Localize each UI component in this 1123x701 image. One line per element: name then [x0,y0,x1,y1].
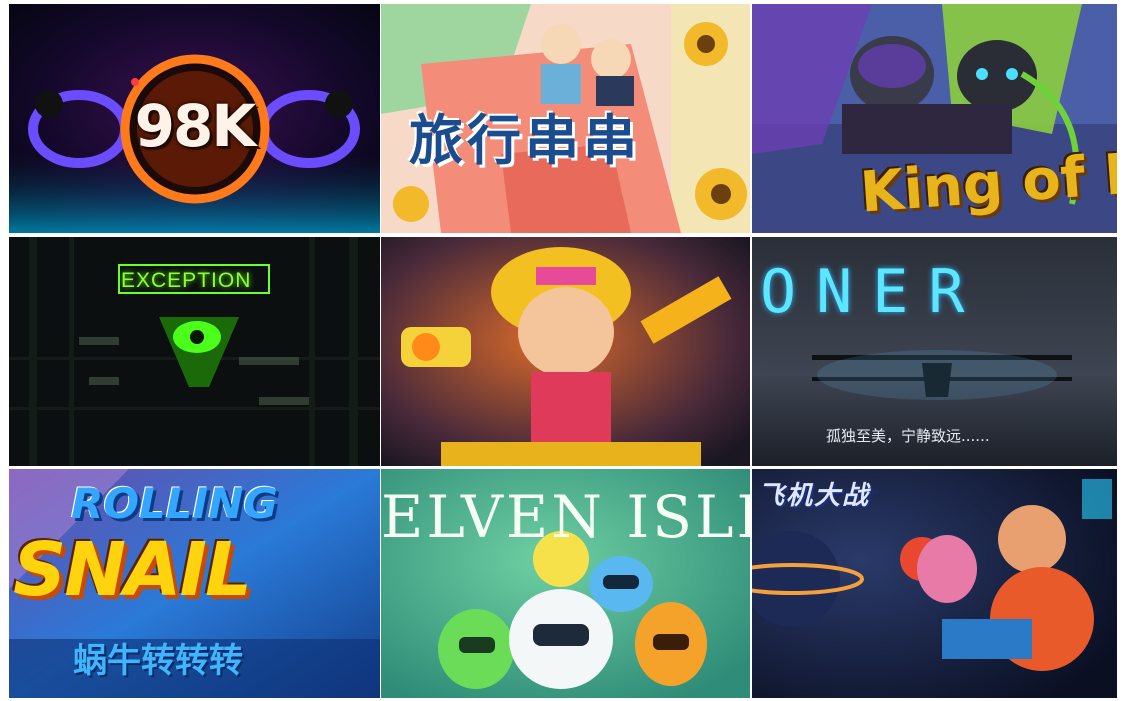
tile-oner[interactable]: ONER 孤独至美，宁静致远...... [752,237,1117,466]
tile-snail-subtitle: 蜗牛转转转 [73,641,243,681]
tile-rolling-snail[interactable]: ROLLING SNAIL 蜗牛转转转 [9,469,380,698]
tile-oner-title: ONER [760,257,985,327]
game-grid: 98K 旅行串串 King of Kings EXCEPTION ONER 孤独… [6,4,1118,698]
tile-oner-subtitle: 孤独至美，宁静致远...... [826,427,990,445]
tile-rolling-title: ROLLING [71,479,278,528]
tile-snail-title: SNAIL [13,527,252,613]
tile-space-fighters-title: 飞机大战 [758,481,871,511]
tile-exception[interactable]: EXCEPTION [9,237,380,466]
tile-elven-isle-title: ELVEN ISLE [381,483,750,551]
tile-lvxing-chuanchuan[interactable]: 旅行串串 [381,4,750,233]
tile-space-fighters[interactable]: 飞机大战 [752,469,1117,698]
tile-98k-title: 98K [134,92,257,160]
tile-hero-art [381,237,750,466]
tile-hero-shooter[interactable] [381,237,750,466]
tile-98k[interactable]: 98K [9,4,380,233]
tile-king-of-kings[interactable]: King of Kings [752,4,1117,233]
tile-lvxing-title: 旅行串串 [409,108,641,172]
tile-exception-title: EXCEPTION [121,269,252,292]
tile-elven-isle[interactable]: ELVEN ISLE [381,469,750,698]
